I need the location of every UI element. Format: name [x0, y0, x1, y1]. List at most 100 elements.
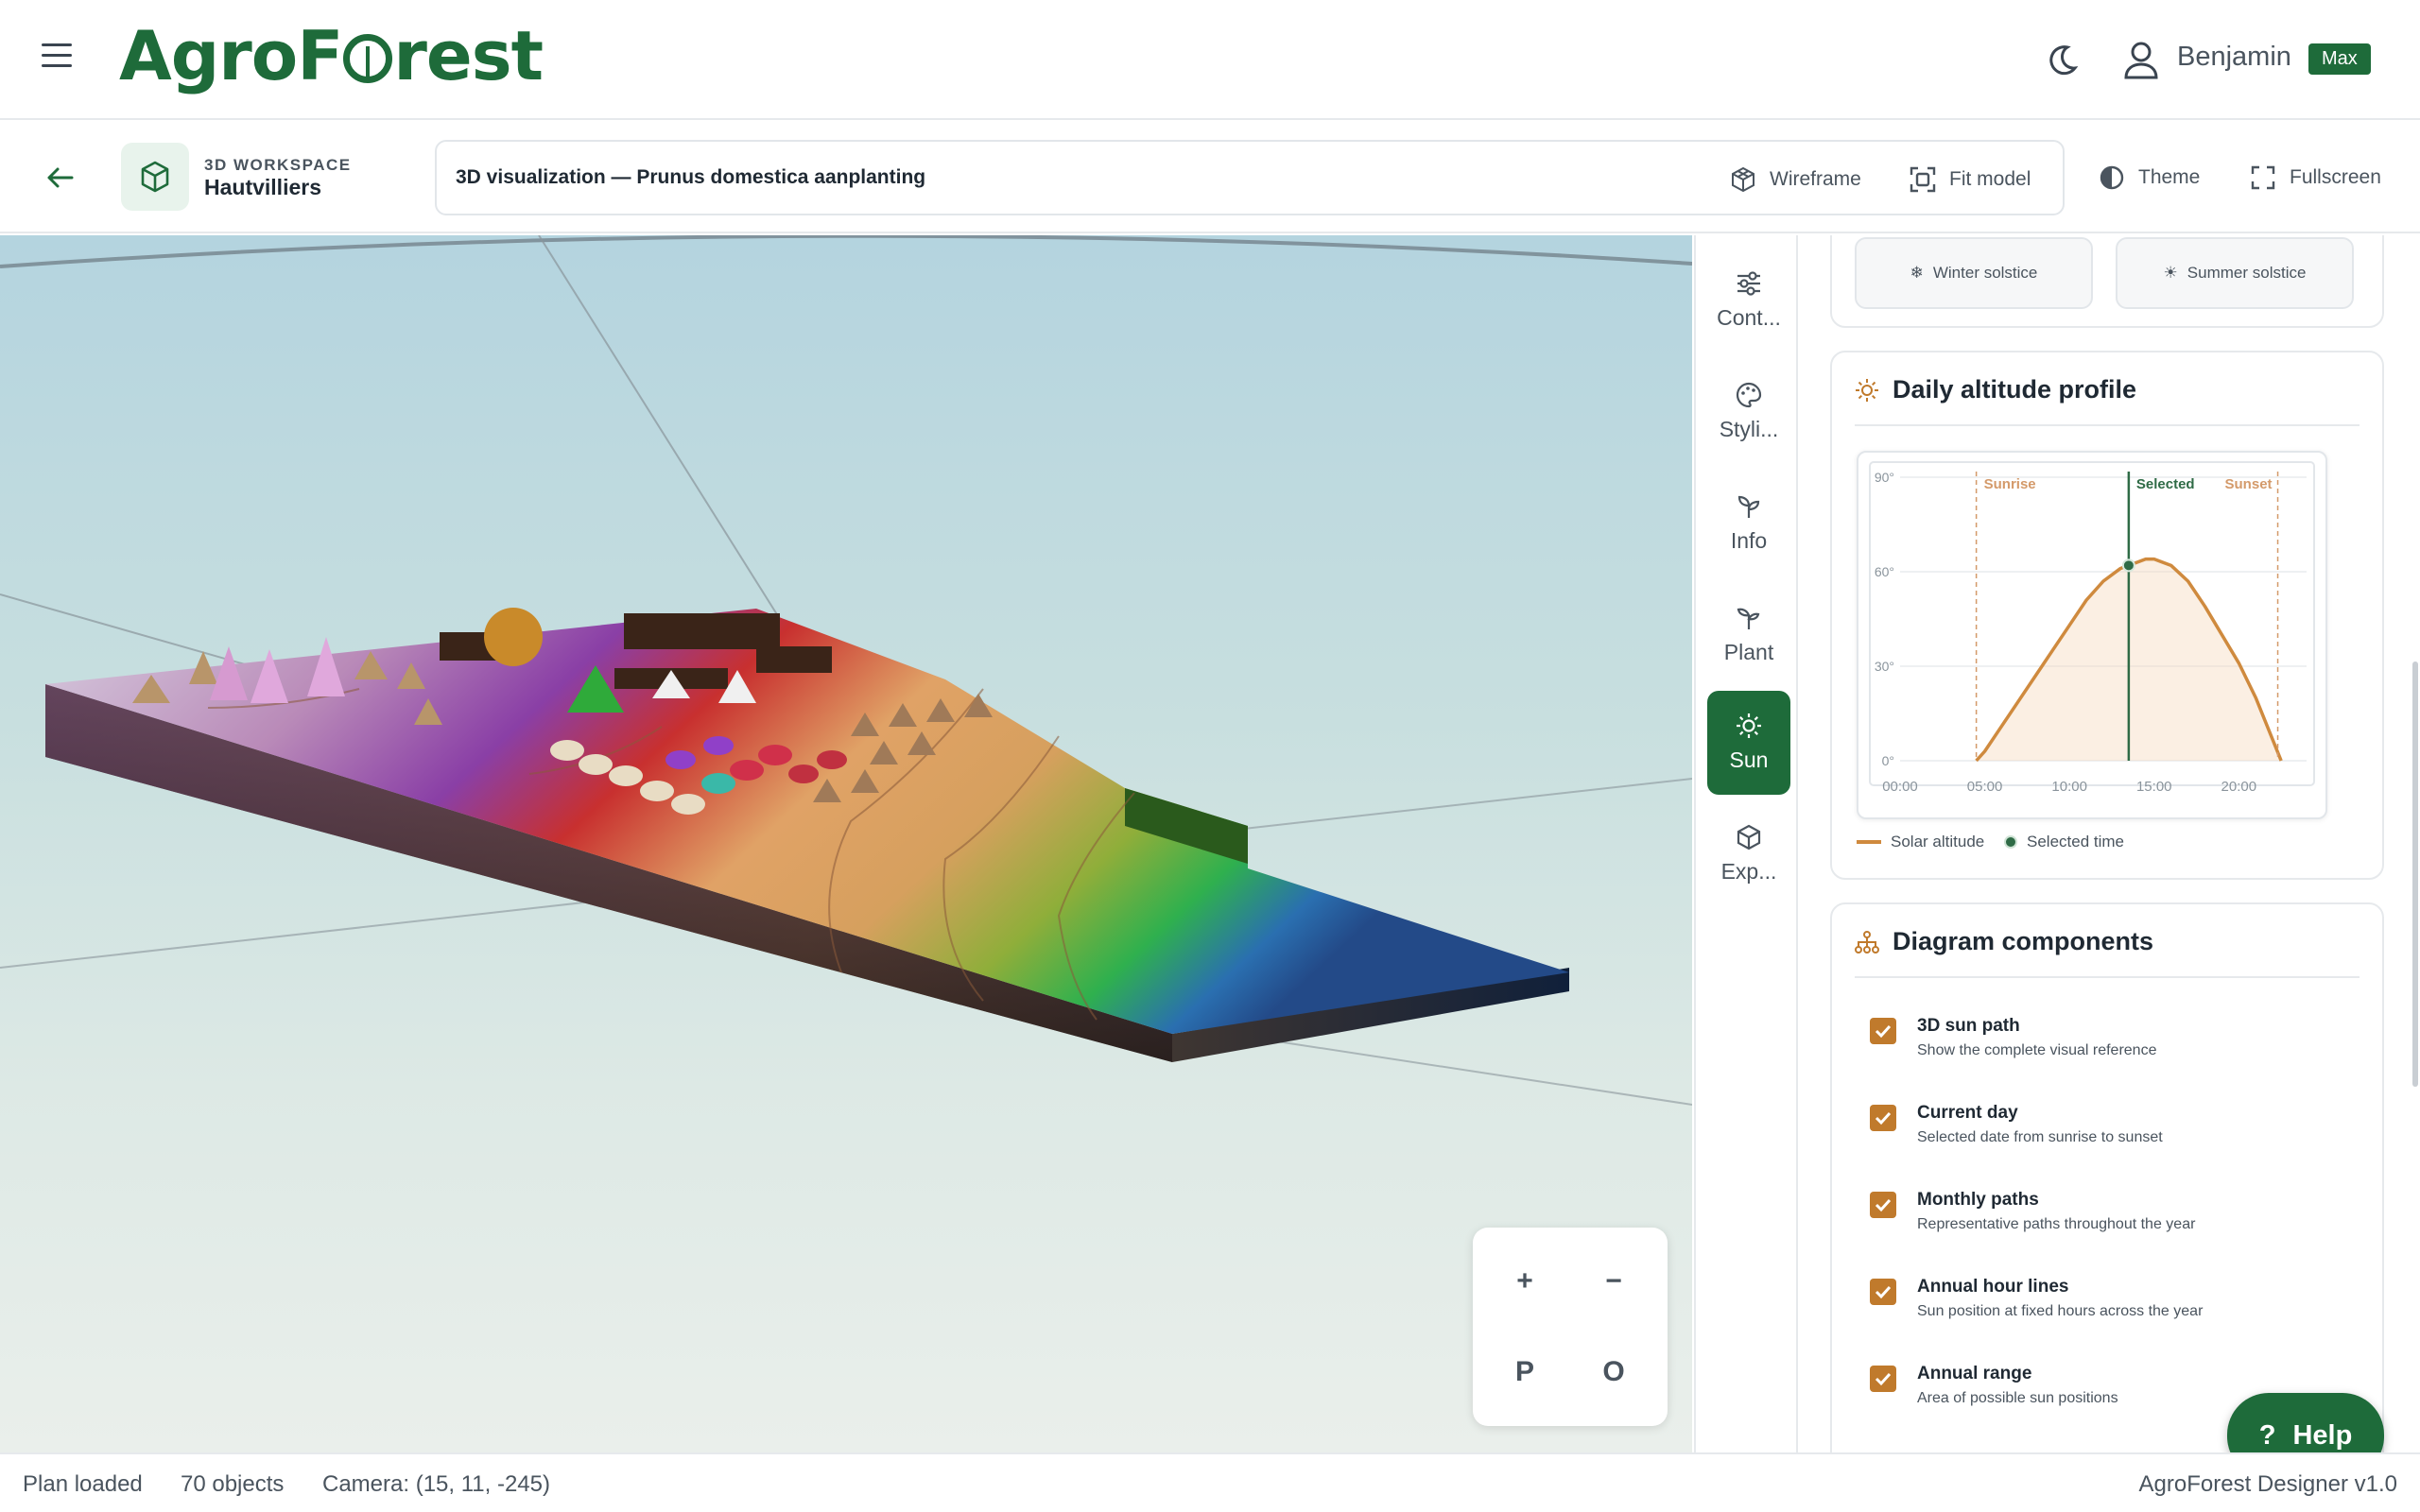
terrain-scene[interactable]	[0, 235, 1692, 1452]
zoom-in-button[interactable]: +	[1492, 1248, 1558, 1314]
x-tick-label: 10:00	[2051, 779, 2087, 795]
panel-scrollbar[interactable]	[2412, 662, 2418, 1087]
fit-model-label: Fit model	[1949, 168, 2031, 190]
tab-plant-label: Plant	[1723, 640, 1774, 664]
camera-controls: + − P O	[1473, 1228, 1668, 1426]
fit-model-button[interactable]: Fit model	[1910, 164, 2031, 195]
user-name[interactable]: Benjamin	[2177, 42, 2291, 73]
fullscreen-icon	[2251, 165, 2275, 190]
marker-label: Sunrise	[1984, 476, 2036, 492]
wireframe-label: Wireframe	[1770, 168, 1861, 190]
user-icon[interactable]	[2122, 40, 2160, 79]
workspace-icon	[121, 143, 189, 211]
workspace-name: Hautvilliers	[204, 175, 321, 199]
moon-icon[interactable]	[2045, 43, 2079, 77]
status-camera: Camera: (15, 11, -245)	[322, 1471, 550, 1497]
y-tick-label: 90°	[1875, 470, 1894, 485]
sun-icon	[1737, 713, 1761, 738]
3d-viewport[interactable]: + − P O	[0, 235, 1692, 1452]
help-icon: ?	[2258, 1419, 2276, 1451]
legend-selected: Selected time	[2004, 833, 2124, 851]
snowflake-icon: ❄	[1910, 264, 1924, 282]
sprout-icon	[1737, 495, 1760, 518]
solstice-card: ❄ Winter solstice ☀ Summer solstice	[1830, 235, 2384, 328]
half-circle-icon	[2100, 165, 2124, 190]
back-arrow-icon[interactable]	[43, 162, 76, 194]
checkbox-checked[interactable]	[1870, 1192, 1896, 1218]
tab-info-label: Info	[1730, 528, 1768, 553]
x-tick-label: 20:00	[2221, 779, 2257, 795]
legend-altitude: Solar altitude	[1857, 833, 1984, 851]
y-tick-label: 60°	[1875, 564, 1894, 579]
components-card-title: Diagram components	[1893, 927, 2154, 955]
checkbox-checked[interactable]	[1870, 1105, 1896, 1131]
status-version: AgroForest Designer v1.0	[2138, 1471, 2397, 1497]
fullscreen-label: Fullscreen	[2290, 166, 2381, 188]
orthographic-button[interactable]: O	[1581, 1339, 1647, 1405]
sun-panel: ❄ Winter solstice ☀ Summer solstice Dail…	[1800, 235, 2401, 1452]
status-bar: Plan loaded 70 objects Camera: (15, 11, …	[0, 1452, 2420, 1512]
palette-icon	[1736, 382, 1762, 408]
tab-styling-label: Styli...	[1719, 417, 1779, 441]
wireframe-button[interactable]: Wireframe	[1730, 164, 1861, 195]
fullscreen-button[interactable]: Fullscreen	[2250, 163, 2381, 193]
component-subtitle: Representative paths throughout the year	[1917, 1216, 2196, 1232]
help-label: Help	[2292, 1419, 2353, 1451]
workspace-kicker: 3D WORKSPACE	[204, 156, 352, 174]
top-header: AgroF rest Benjamin Max	[0, 0, 2420, 120]
checkbox-checked[interactable]	[1870, 1366, 1896, 1392]
menu-icon[interactable]	[42, 43, 72, 68]
winter-solstice-button[interactable]: ❄ Winter solstice	[1855, 237, 2093, 309]
divider	[1855, 424, 2360, 426]
theme-button[interactable]: Theme	[2099, 163, 2200, 193]
component-title: 3D sun path	[1917, 1016, 2020, 1036]
tab-controls[interactable]: Cont...	[1707, 249, 1790, 352]
component-title: Current day	[1917, 1103, 2018, 1123]
perspective-button[interactable]: P	[1492, 1339, 1558, 1405]
app-logo[interactable]: AgroF rest	[119, 13, 544, 98]
cube-icon	[141, 161, 169, 193]
tab-info[interactable]: Info	[1707, 472, 1790, 576]
checkbox-checked[interactable]	[1870, 1018, 1896, 1044]
legend-selected-label: Selected time	[2027, 833, 2124, 850]
sliders-icon	[1737, 271, 1760, 296]
legend-dot-swatch	[2004, 835, 2017, 849]
component-subtitle: Selected date from sunrise to sunset	[1917, 1129, 2163, 1145]
altitude-card-header: Daily altitude profile	[1855, 375, 2136, 404]
tab-export[interactable]: Exp...	[1707, 802, 1790, 906]
y-tick-label: 30°	[1875, 659, 1894, 674]
summer-solstice-button[interactable]: ☀ Summer solstice	[2116, 237, 2354, 309]
plant-icon	[1737, 608, 1760, 629]
zoom-out-button[interactable]: −	[1581, 1248, 1647, 1314]
component-title: Monthly paths	[1917, 1190, 2039, 1210]
x-tick-label: 15:00	[2136, 779, 2172, 795]
component-title: Annual range	[1917, 1364, 2032, 1383]
visualization-title-bar: 3D visualization — Prunus domestica aanp…	[435, 140, 2065, 215]
diagram-components-card: Diagram components 3D sun path Show the …	[1830, 902, 2384, 1452]
tab-styling[interactable]: Styli...	[1707, 360, 1790, 464]
marker-label: Sunset	[2225, 476, 2273, 492]
component-subtitle: Sun position at fixed hours across the y…	[1917, 1303, 2204, 1319]
logo-tree-icon	[343, 34, 393, 83]
legend-line-swatch	[1857, 840, 1881, 844]
tab-controls-label: Cont...	[1717, 305, 1781, 330]
checkbox-checked[interactable]	[1870, 1279, 1896, 1305]
altitude-profile-card: Daily altitude profile 0° 30° 60° 90° 00:00 0…	[1830, 351, 2384, 880]
x-tick-label: 00:00	[1882, 779, 1918, 795]
components-card-header: Diagram components	[1855, 927, 2153, 956]
status-state: Plan loaded	[23, 1471, 143, 1497]
visualization-title: 3D visualization — Prunus domestica aanp…	[456, 166, 926, 188]
tab-sun[interactable]: Sun	[1707, 691, 1790, 795]
box-export-icon	[1737, 824, 1761, 850]
summer-solstice-label: Summer solstice	[2187, 264, 2307, 282]
altitude-card-title: Daily altitude profile	[1893, 375, 2137, 404]
tab-plant[interactable]: Plant	[1707, 583, 1790, 687]
legend-altitude-label: Solar altitude	[1891, 833, 1985, 850]
marker-label: Selected	[2136, 476, 2195, 492]
selected-time-point	[2121, 558, 2135, 573]
altitude-chart[interactable]: 0° 30° 60° 90° 00:00 05:00 10:00 15:00 20:00 Sunr…	[1857, 451, 2327, 819]
logo-text-start: AgroF	[119, 16, 343, 95]
network-icon	[1855, 930, 1879, 954]
plan-badge: Max	[2308, 43, 2371, 75]
focus-icon	[1910, 166, 1936, 193]
